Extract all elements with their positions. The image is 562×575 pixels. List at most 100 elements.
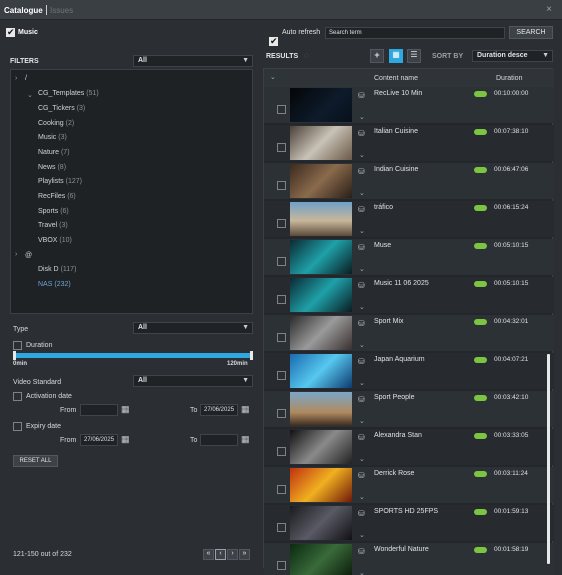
table-row[interactable]: ⛁ Sport People 00:03:42:10 ⌄	[264, 391, 554, 427]
table-row[interactable]: ⛁ Indian Cuisine 00:06:47:06 ⌄	[264, 163, 554, 199]
sort-select[interactable]: Duration desce ▼	[472, 50, 553, 62]
row-checkbox[interactable]	[277, 219, 286, 228]
filter-select[interactable]: All ▼	[133, 55, 253, 67]
chevron-down-icon[interactable]: ⌄	[359, 265, 365, 273]
video-thumbnail[interactable]	[290, 506, 352, 540]
chevron-down-icon[interactable]: ⌄	[359, 569, 365, 575]
row-checkbox[interactable]	[277, 409, 286, 418]
chevron-down-icon[interactable]: ⌄	[359, 417, 365, 425]
column-header-name[interactable]: Content name	[374, 75, 418, 82]
auto-refresh-checkbox[interactable]	[269, 36, 278, 47]
chevron-down-icon[interactable]: ⌄	[359, 493, 365, 501]
expand-icon[interactable]: ›	[15, 251, 17, 258]
chevron-down-icon[interactable]: ⌄	[359, 531, 365, 539]
chevron-down-icon[interactable]: ⌄	[359, 379, 365, 387]
calendar-icon[interactable]: ▦	[121, 404, 130, 415]
collapse-icon[interactable]: ⌄	[27, 91, 33, 99]
tree-item-music[interactable]: Music (3)	[38, 134, 67, 141]
video-thumbnail[interactable]	[290, 544, 352, 575]
video-thumbnail[interactable]	[290, 468, 352, 502]
tab-issues[interactable]: Issues	[50, 6, 73, 15]
scrollbar[interactable]	[547, 354, 550, 564]
video-thumbnail[interactable]	[290, 164, 352, 198]
chevron-down-icon[interactable]: ⌄	[359, 227, 365, 235]
table-row[interactable]: ⛁ Wonderful Nature 00:01:58:19 ⌄	[264, 543, 554, 575]
expiry-from-input[interactable]: 27/06/2025	[80, 434, 118, 446]
row-checkbox[interactable]	[277, 143, 286, 152]
tree-item-travel[interactable]: Travel (3)	[38, 222, 68, 229]
duration-slider-track[interactable]	[13, 353, 253, 358]
grid-view-icon[interactable]: ▦	[389, 49, 403, 63]
video-thumbnail[interactable]	[290, 392, 352, 426]
table-row[interactable]: ⛁ Muse 00:05:10:15 ⌄	[264, 239, 554, 275]
tree-item-news[interactable]: News (8)	[38, 164, 66, 171]
row-checkbox[interactable]	[277, 333, 286, 342]
tab-catalogue[interactable]: Catalogue	[4, 6, 43, 15]
add-icon[interactable]: +	[370, 49, 384, 63]
row-checkbox[interactable]	[277, 105, 286, 114]
table-row[interactable]: ⛁ Japan Aquarium 00:04:07:21 ⌄	[264, 353, 554, 389]
tree-item-cg-tickers[interactable]: CG_Tickers (3)	[38, 105, 85, 112]
search-input[interactable]: Search term	[325, 27, 505, 39]
column-header-duration[interactable]: Duration	[496, 75, 522, 82]
video-thumbnail[interactable]	[290, 126, 352, 160]
duration-checkbox[interactable]	[13, 341, 22, 350]
prev-page-button[interactable]: ‹	[215, 549, 226, 560]
reset-all-button[interactable]: RESET ALL	[13, 455, 58, 467]
table-row[interactable]: ⛁ Italian Cuisine 00:07:38:10 ⌄	[264, 125, 554, 161]
expand-icon[interactable]: ›	[15, 75, 17, 82]
video-thumbnail[interactable]	[290, 202, 352, 236]
video-thumbnail[interactable]	[290, 278, 352, 312]
tree-item-nas[interactable]: NAS (232)	[38, 281, 71, 288]
row-checkbox[interactable]	[277, 371, 286, 380]
video-thumbnail[interactable]	[290, 88, 352, 122]
chevron-down-icon[interactable]: ⌄	[359, 303, 365, 311]
table-row[interactable]: ⛁ tráfico 00:06:15:24 ⌄	[264, 201, 554, 237]
tree-item-disk-d[interactable]: Disk D (117)	[38, 266, 76, 273]
video-thumbnail[interactable]	[290, 316, 352, 350]
tree-item-cooking[interactable]: Cooking (2)	[38, 120, 74, 127]
row-checkbox[interactable]	[277, 523, 286, 532]
tree-item-recfiles[interactable]: RecFiles (6)	[38, 193, 76, 200]
last-page-button[interactable]: »	[239, 549, 250, 560]
music-checkbox[interactable]	[6, 27, 15, 38]
row-checkbox[interactable]	[277, 485, 286, 494]
calendar-icon[interactable]: ▦	[241, 434, 250, 445]
table-row[interactable]: ⛁ Music 11 06 2025 00:05:10:15 ⌄	[264, 277, 554, 313]
tree-item-nature[interactable]: Nature (7)	[38, 149, 70, 156]
chevron-down-icon[interactable]: ⌄	[359, 151, 365, 159]
type-select[interactable]: All ▼	[133, 322, 253, 334]
table-row[interactable]: ⛁ SPORTS HD 25FPS 00:01:59:13 ⌄	[264, 505, 554, 541]
table-row[interactable]: ⛁ RecLive 10 Min 00:10:00:00 ⌄	[264, 87, 554, 123]
tree-item-root[interactable]: /	[25, 75, 27, 82]
row-checkbox[interactable]	[277, 561, 286, 570]
expiry-to-input[interactable]	[200, 434, 238, 446]
chevron-down-icon[interactable]: ⌄	[359, 113, 365, 121]
chevron-down-icon[interactable]: ⌄	[359, 341, 365, 349]
next-page-button[interactable]: ›	[227, 549, 238, 560]
chevron-down-icon[interactable]: ⌄	[359, 189, 365, 197]
video-thumbnail[interactable]	[290, 354, 352, 388]
table-row[interactable]: ⛁ Sport Mix 00:04:32:01 ⌄	[264, 315, 554, 351]
tree-item-vbox[interactable]: VBOX (10)	[38, 237, 72, 244]
close-icon[interactable]: ×	[546, 4, 552, 15]
search-button[interactable]: SEARCH	[509, 26, 553, 39]
first-page-button[interactable]: «	[203, 549, 214, 560]
row-checkbox[interactable]	[277, 447, 286, 456]
tree-item-playlists[interactable]: Playlists (127)	[38, 178, 82, 185]
duration-slider-max-handle[interactable]	[250, 351, 253, 360]
tree-item-cg-templates[interactable]: CG_Templates (51)	[38, 90, 99, 97]
video-thumbnail[interactable]	[290, 240, 352, 274]
video-thumbnail[interactable]	[290, 430, 352, 464]
activation-from-input[interactable]	[80, 404, 118, 416]
video-standard-select[interactable]: All ▼	[133, 375, 253, 387]
list-view-icon[interactable]: ☰	[407, 49, 421, 63]
duration-slider-min-handle[interactable]	[13, 351, 16, 360]
expiry-date-checkbox[interactable]	[13, 422, 22, 431]
row-checkbox[interactable]	[277, 295, 286, 304]
activation-date-checkbox[interactable]	[13, 392, 22, 401]
activation-to-input[interactable]: 27/06/2025	[200, 404, 238, 416]
chevron-down-icon[interactable]: ⌄	[270, 73, 276, 81]
row-checkbox[interactable]	[277, 181, 286, 190]
table-row[interactable]: ⛁ Derrick Rose 00:03:11:24 ⌄	[264, 467, 554, 503]
